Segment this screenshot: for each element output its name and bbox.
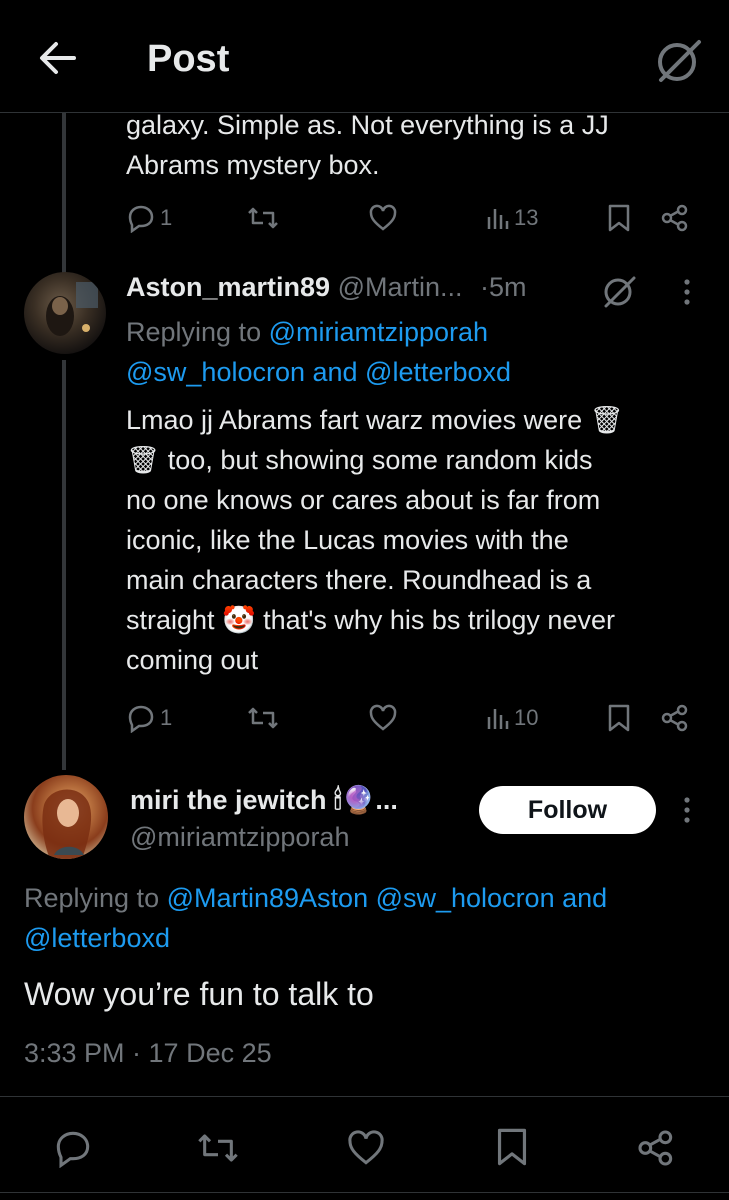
avatar[interactable]: [24, 775, 108, 859]
reply-count: 1: [160, 705, 173, 730]
replying-label: Replying to: [126, 317, 269, 347]
divider: [0, 1192, 729, 1193]
share-icon: [660, 203, 690, 233]
reply-button[interactable]: 1: [126, 203, 172, 233]
share-button[interactable]: [660, 203, 690, 233]
reply-count: 1: [160, 205, 173, 230]
tweet-line: straight 🤡 that's why his bs trilogy nev…: [126, 605, 615, 635]
views-icon: [486, 703, 510, 733]
views-count: 13: [514, 205, 539, 230]
top-bar: [0, 0, 729, 113]
divider: [0, 1096, 729, 1097]
replying-to: Replying to @Martin89Aston @sw_holocron …: [24, 878, 607, 958]
mention-link[interactable]: @Martin89Aston @sw_holocron and: [167, 883, 608, 913]
more-icon[interactable]: [679, 794, 695, 826]
retweet-icon: [247, 703, 279, 733]
main-tweet-text: Wow you’re fun to talk to: [24, 976, 374, 1012]
prev-tweet-text: galaxy. Simple as. Not everything is a J…: [126, 105, 609, 185]
grok-icon[interactable]: [651, 34, 705, 88]
page-title: Post: [147, 38, 230, 80]
thread-line: [62, 113, 66, 273]
reply-button[interactable]: 1: [126, 703, 172, 733]
follow-button[interactable]: Follow: [479, 786, 656, 834]
views-button[interactable]: 10: [486, 703, 538, 733]
like-icon: [368, 703, 398, 733]
author-handle[interactable]: @Martin...: [338, 272, 463, 302]
tweet-line: iconic, like the Lucas movies with the: [126, 525, 569, 555]
like-icon[interactable]: [346, 1128, 386, 1168]
views-count: 10: [514, 705, 539, 730]
back-arrow-icon[interactable]: [36, 36, 80, 80]
prev-tweet-line: galaxy. Simple as. Not everything is a J…: [126, 110, 609, 140]
prev-tweet-line: Abrams mystery box.: [126, 150, 380, 180]
reply-icon: [126, 203, 156, 233]
retweet-button[interactable]: [247, 703, 279, 733]
tweet-line: main characters there. Roundhead is a: [126, 565, 592, 595]
reply-tweet-text: Lmao jj Abrams fart warz movies were 🗑 🗑…: [126, 400, 624, 680]
bookmark-icon: [606, 703, 632, 733]
reply-icon: [126, 703, 156, 733]
like-button[interactable]: [368, 703, 398, 733]
timestamp: ·5m: [480, 272, 527, 302]
mention-link[interactable]: @sw_holocron and @letterboxd: [126, 352, 511, 392]
like-icon: [368, 203, 398, 233]
share-icon: [660, 703, 690, 733]
bookmark-icon: [606, 203, 632, 233]
like-button[interactable]: [368, 203, 398, 233]
views-button[interactable]: 13: [486, 203, 538, 233]
author-handle[interactable]: @miriamtzipporah: [130, 822, 349, 853]
more-icon[interactable]: [679, 276, 695, 308]
retweet-icon[interactable]: [196, 1128, 240, 1168]
replying-to: Replying to @miriamtzipporah @sw_holocro…: [126, 312, 511, 392]
reply-author-row: Aston_martin89 @Martin... ·5m: [126, 272, 527, 303]
thread-line: [62, 360, 66, 770]
share-icon[interactable]: [636, 1128, 676, 1168]
bookmark-icon[interactable]: [494, 1126, 530, 1168]
tweet-line: Lmao jj Abrams fart warz movies were 🗑: [126, 405, 624, 435]
tweet-line: 🗑 too, but showing some random kids: [126, 445, 593, 475]
tweet-line: coming out: [126, 645, 259, 675]
author-name[interactable]: miri the jewitch 🕯🔮...: [130, 784, 398, 817]
reply-icon[interactable]: [53, 1128, 93, 1168]
retweet-icon: [247, 203, 279, 233]
avatar[interactable]: [24, 272, 106, 354]
retweet-button[interactable]: [247, 203, 279, 233]
share-button[interactable]: [660, 703, 690, 733]
mention-link[interactable]: @letterboxd: [24, 918, 607, 958]
grok-icon[interactable]: [600, 272, 638, 310]
tweet-line: no one knows or cares about is far from: [126, 485, 601, 515]
bookmark-button[interactable]: [606, 203, 632, 233]
views-icon: [486, 203, 510, 233]
replying-label: Replying to: [24, 883, 167, 913]
author-name[interactable]: Aston_martin89: [126, 272, 330, 302]
tweet-timestamp: 3:33 PM · 17 Dec 25: [24, 1038, 272, 1068]
mention-link[interactable]: @miriamtzipporah: [269, 317, 488, 347]
bookmark-button[interactable]: [606, 703, 632, 733]
